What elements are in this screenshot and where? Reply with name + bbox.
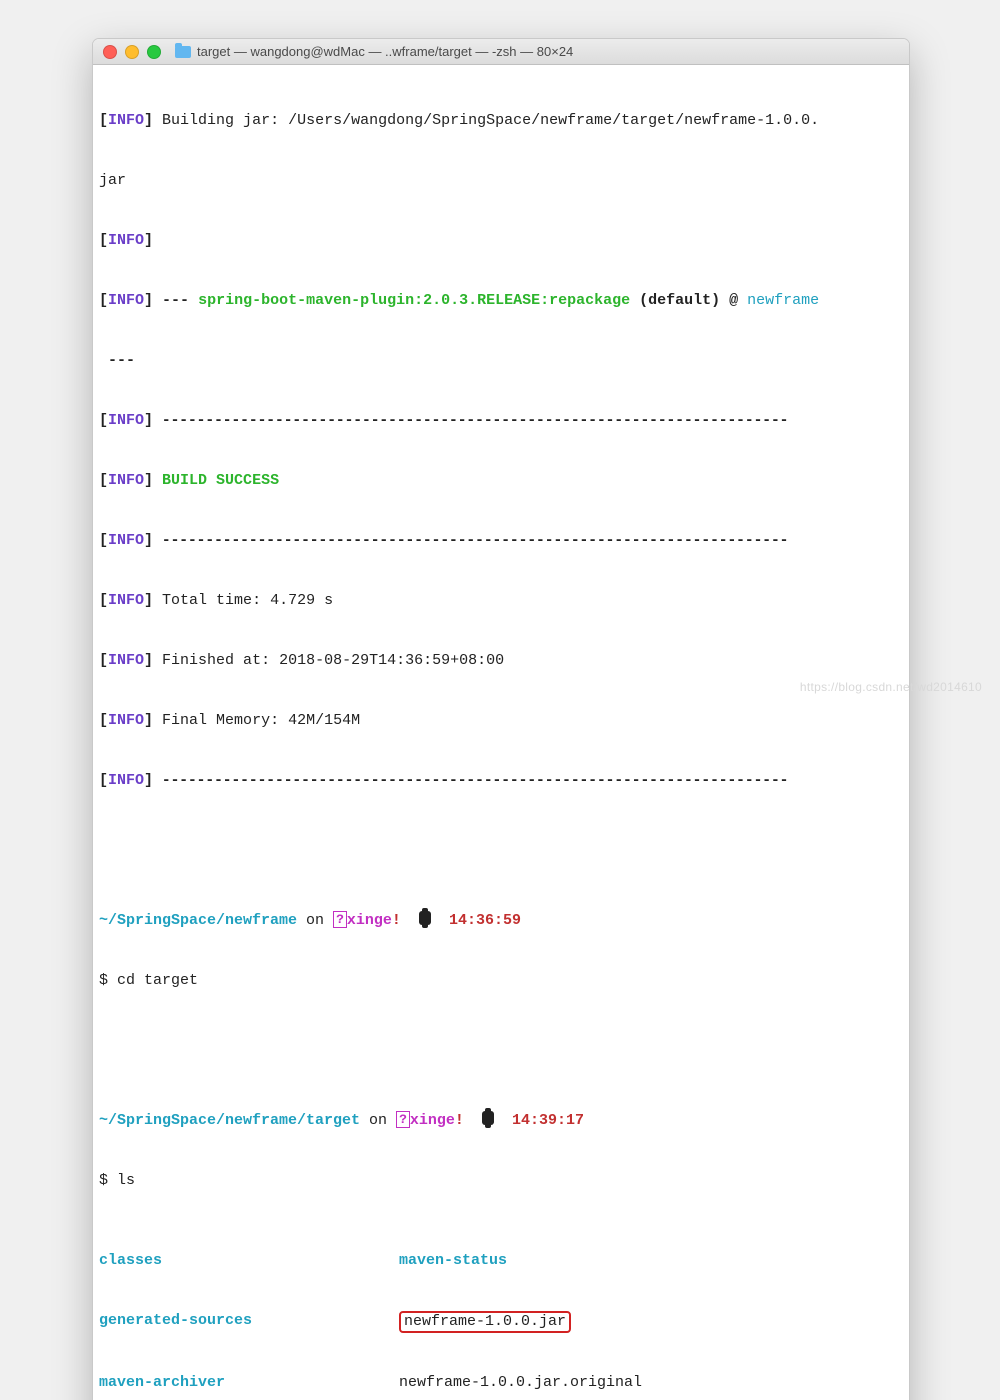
command-line: $ ls: [99, 1171, 903, 1191]
watch-icon: [482, 1111, 494, 1125]
ls-item: classes: [99, 1251, 399, 1271]
output-line: [INFO]: [99, 231, 903, 251]
command-line: $ cd target: [99, 971, 903, 991]
ls-row: classesmaven-status: [99, 1251, 903, 1271]
prompt-line: ~/SpringSpace/newframe/target on ?xinge!…: [99, 1111, 903, 1131]
prompt-line: ~/SpringSpace/newframe on ?xinge! 14:36:…: [99, 911, 903, 931]
titlebar[interactable]: target — wangdong@wdMac — ..wframe/targe…: [93, 39, 909, 65]
output-line: [INFO] Finished at: 2018-08-29T14:36:59+…: [99, 651, 903, 671]
ls-item: newframe-1.0.0.jar.original: [399, 1373, 642, 1393]
output-line: [INFO] --- spring-boot-maven-plugin:2.0.…: [99, 291, 903, 311]
close-icon[interactable]: [103, 45, 117, 59]
highlighted-jar: newframe-1.0.0.jar: [399, 1311, 571, 1333]
watch-icon: [419, 911, 431, 925]
output-line: [INFO] Building jar: /Users/wangdong/Spr…: [99, 111, 903, 131]
output-line: [INFO] Final Memory: 42M/154M: [99, 711, 903, 731]
ls-item: generated-sources: [99, 1311, 399, 1333]
ls-row: maven-archivernewframe-1.0.0.jar.origina…: [99, 1373, 903, 1393]
window-title: target — wangdong@wdMac — ..wframe/targe…: [197, 44, 573, 59]
ls-item: maven-archiver: [99, 1373, 399, 1393]
terminal-window: target — wangdong@wdMac — ..wframe/targe…: [92, 38, 910, 1400]
output-line: [INFO] Total time: 4.729 s: [99, 591, 903, 611]
output-line: [INFO] ---------------------------------…: [99, 771, 903, 791]
output-line: [INFO] ---------------------------------…: [99, 411, 903, 431]
window-controls: [103, 45, 161, 59]
question-icon: ?: [333, 911, 347, 928]
watermark: https://blog.csdn.net/wd2014610: [800, 680, 982, 694]
ls-item: maven-status: [399, 1251, 507, 1271]
ls-row: generated-sourcesnewframe-1.0.0.jar: [99, 1311, 903, 1333]
question-icon: ?: [396, 1111, 410, 1128]
output-line: ---: [99, 351, 903, 371]
minimize-icon[interactable]: [125, 45, 139, 59]
output-line: jar: [99, 171, 903, 191]
output-line: [INFO] ---------------------------------…: [99, 531, 903, 551]
blank-line: [99, 1031, 903, 1051]
zoom-icon[interactable]: [147, 45, 161, 59]
folder-icon: [175, 46, 191, 58]
output-line: [INFO] BUILD SUCCESS: [99, 471, 903, 491]
blank-line: [99, 831, 903, 851]
terminal-body[interactable]: [INFO] Building jar: /Users/wangdong/Spr…: [93, 65, 909, 1400]
